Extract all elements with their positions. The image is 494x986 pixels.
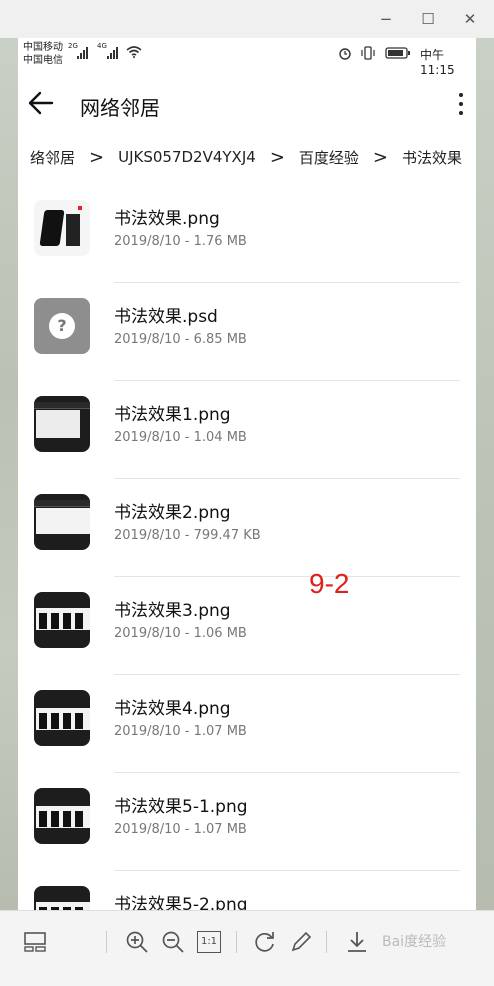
step-label: 9-2 (309, 568, 350, 599)
zoom-in-icon[interactable] (124, 929, 150, 955)
chevron-right-icon: > (89, 146, 105, 168)
minimize-button[interactable]: − (372, 7, 400, 31)
breadcrumb-item[interactable]: 百度经验 (295, 147, 363, 168)
signal-icon (107, 47, 118, 59)
rotate-icon[interactable] (252, 929, 278, 955)
image-thumbnail (34, 200, 90, 256)
file-name: 书法效果5-1.png (114, 797, 248, 817)
vibrate-icon (361, 46, 375, 60)
chevron-right-icon: > (466, 147, 476, 168)
file-list-item[interactable]: 书法效果2.png 2019/8/10 - 799.47 KB (18, 494, 476, 592)
divider (114, 478, 460, 479)
carrier-primary: 中国移动 (23, 42, 63, 53)
alarm-icon (339, 48, 351, 60)
background-image-right (476, 38, 494, 910)
unknown-file-icon: ? (34, 298, 90, 354)
file-meta: 2019/8/10 - 799.47 KB (114, 528, 261, 543)
image-thumbnail (34, 494, 90, 550)
app-bar: 网络邻居 (18, 84, 476, 128)
watermark: Bai度经验 (382, 934, 447, 950)
file-name: 书法效果3.png (114, 601, 231, 621)
divider (114, 282, 460, 283)
file-list-item[interactable]: 书法效果5-1.png 2019/8/10 - 1.07 MB (18, 788, 476, 886)
carrier-secondary: 中国电信 (23, 55, 63, 66)
file-list-item[interactable]: ? 书法效果.psd 2019/8/10 - 6.85 MB (18, 298, 476, 396)
image-thumbnail (34, 886, 90, 910)
file-meta: 2019/8/10 - 6.85 MB (114, 332, 247, 347)
back-arrow-icon[interactable] (26, 88, 56, 118)
image-thumbnail (34, 396, 90, 452)
signal-icon (77, 47, 88, 59)
image-thumbnail (34, 690, 90, 746)
chevron-right-icon: > (269, 146, 285, 168)
file-list-item[interactable]: 书法效果3.png 2019/8/10 - 1.06 MB (18, 592, 476, 690)
image-thumbnail (34, 788, 90, 844)
file-meta: 2019/8/10 - 1.07 MB (114, 724, 247, 739)
status-time: 中午11:15 (420, 48, 455, 77)
divider (326, 931, 327, 953)
download-icon[interactable] (344, 929, 370, 955)
file-meta: 2019/8/10 - 1.06 MB (114, 626, 247, 641)
image-thumbnail (34, 592, 90, 648)
actual-size-button[interactable]: 1:1 (197, 931, 221, 953)
divider (114, 772, 460, 773)
more-options-icon[interactable] (456, 90, 466, 118)
battery-icon (385, 47, 410, 59)
status-bar: 中国移动 中国电信 2G 4G 中午11:15 (18, 38, 476, 77)
close-button[interactable]: ✕ (456, 7, 484, 31)
file-list-item[interactable]: 书法效果1.png 2019/8/10 - 1.04 MB (18, 396, 476, 494)
chevron-right-icon: > (372, 146, 389, 168)
breadcrumb-item[interactable]: UJKS057D2V4YXJ4 (114, 148, 260, 166)
file-name: 书法效果.psd (114, 307, 218, 327)
wifi-icon (126, 46, 142, 58)
background-image-left (0, 38, 18, 910)
phone-screen: 中国移动 中国电信 2G 4G 中午11:15 网络邻居 络邻居 > UJKS0… (18, 38, 476, 910)
thumbnail-view-icon[interactable] (22, 929, 48, 955)
file-meta: 2019/8/10 - 1.07 MB (114, 822, 247, 837)
divider (114, 674, 460, 675)
window-titlebar: − ☐ ✕ (0, 0, 494, 38)
breadcrumb-item[interactable]: 书法效果 (398, 147, 466, 168)
net-type-4g: 4G (97, 42, 107, 50)
divider (114, 576, 460, 577)
divider (106, 931, 107, 953)
file-list-item[interactable]: 书法效果.png 2019/8/10 - 1.76 MB (18, 200, 476, 298)
divider (236, 931, 237, 953)
file-list-item[interactable]: 书法效果5-2.png (18, 886, 476, 910)
page-title: 网络邻居 (80, 96, 160, 120)
divider (114, 870, 460, 871)
file-name: 书法效果5-2.png (114, 895, 248, 910)
maximize-button[interactable]: ☐ (414, 7, 442, 31)
breadcrumb: 络邻居 > UJKS057D2V4YXJ4 > 百度经验 > 书法效果 > (26, 142, 476, 172)
file-meta: 2019/8/10 - 1.04 MB (114, 430, 247, 445)
edit-pencil-icon[interactable] (288, 929, 314, 955)
divider (114, 380, 460, 381)
file-list-item[interactable]: 书法效果4.png 2019/8/10 - 1.07 MB (18, 690, 476, 788)
file-name: 书法效果.png (114, 209, 220, 229)
breadcrumb-item[interactable]: 络邻居 (26, 147, 79, 168)
zoom-out-icon[interactable] (160, 929, 186, 955)
file-meta: 2019/8/10 - 1.76 MB (114, 234, 247, 249)
file-name: 书法效果4.png (114, 699, 231, 719)
file-name: 书法效果1.png (114, 405, 231, 425)
viewer-toolbar: 1:1 Bai度经验 (0, 910, 494, 986)
file-name: 书法效果2.png (114, 503, 231, 523)
